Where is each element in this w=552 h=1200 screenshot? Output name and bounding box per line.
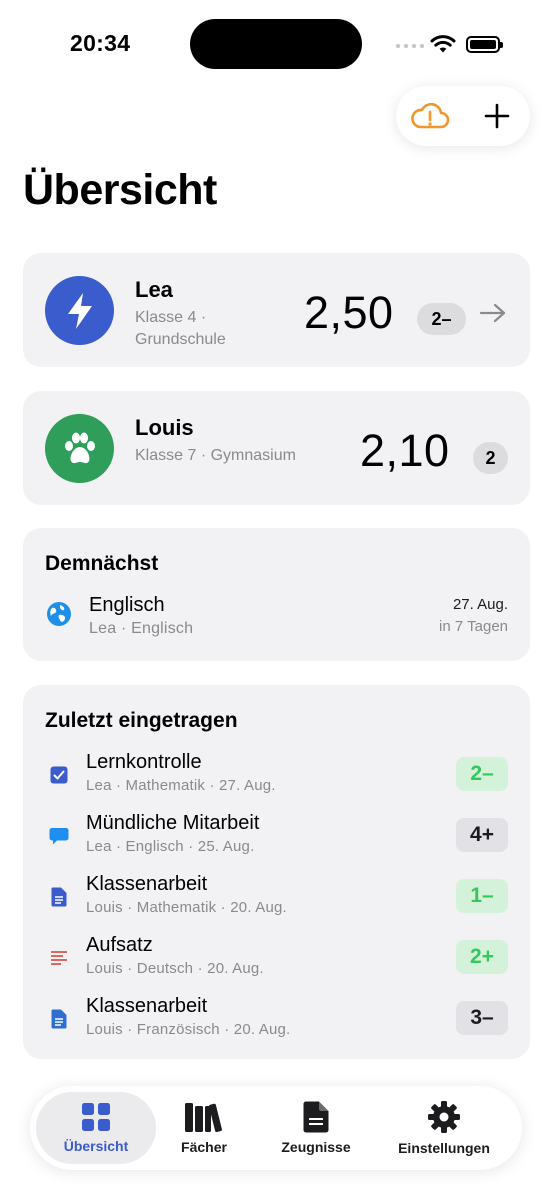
arrow-right-icon	[479, 303, 507, 328]
grade-badge: 4+	[456, 818, 508, 852]
checkbox-icon	[45, 761, 73, 789]
globe-icon	[45, 600, 73, 628]
status-time: 20:34	[70, 30, 131, 56]
sync-warning-button[interactable]	[408, 94, 452, 138]
avatar	[45, 414, 114, 483]
grade-average: 2,50	[304, 287, 394, 338]
item-title: Lernkontrolle	[86, 751, 202, 773]
child-meta: Klasse 4 · Grundschule	[135, 309, 226, 348]
item-subtitle: Lea · Mathematik · 27. Aug.	[86, 777, 276, 794]
recent-card: Zuletzt eingetragen Lernkontrolle Lea · …	[23, 685, 530, 1059]
status-bar: 20:34	[0, 0, 552, 90]
add-button[interactable]	[475, 94, 519, 138]
child-card-lea[interactable]: Lea Klasse 4 · Grundschule 2,50 2–	[23, 253, 530, 367]
section-title: Demnächst	[45, 552, 159, 575]
grade-badge: 2+	[456, 940, 508, 974]
item-title: Mündliche Mitarbeit	[86, 812, 260, 834]
bolt-icon	[67, 292, 92, 329]
child-meta: Klasse 7 · Gymnasium	[135, 447, 296, 464]
section-title: Zuletzt eingetragen	[45, 709, 238, 732]
recent-item[interactable]: Klassenarbeit Louis · Französisch · 20. …	[23, 991, 530, 1051]
child-name: Lea	[135, 277, 173, 302]
page-title: Übersicht	[23, 166, 217, 214]
gear-icon	[428, 1101, 460, 1133]
grade-badge: 2–	[417, 303, 466, 335]
dynamic-island	[190, 19, 362, 69]
text-lines-icon	[45, 944, 73, 972]
tab-bar: Übersicht Fächer Zeugnisse Einstellungen	[30, 1086, 522, 1170]
item-subtitle: Louis · Deutsch · 20. Aug.	[86, 960, 264, 977]
wifi-icon	[430, 34, 456, 59]
report-icon	[303, 1101, 329, 1133]
paw-icon	[64, 432, 95, 463]
cloud-warning-icon	[410, 102, 449, 129]
item-title: Klassenarbeit	[86, 995, 208, 1017]
tab-label: Einstellungen	[398, 1140, 490, 1156]
grade-badge: 1–	[456, 879, 508, 913]
recent-item[interactable]: Lernkontrolle Lea · Mathematik · 27. Aug…	[23, 747, 530, 807]
document-icon	[45, 1005, 73, 1033]
cellular-signal-icon	[396, 44, 424, 48]
tab-einstellungen[interactable]: Einstellungen	[388, 1092, 500, 1164]
avatar	[45, 276, 114, 345]
recent-item[interactable]: Klassenarbeit Louis · Mathematik · 20. A…	[23, 869, 530, 929]
tab-faecher[interactable]: Fächer	[158, 1092, 250, 1164]
grid-icon	[82, 1103, 110, 1131]
item-title: Klassenarbeit	[86, 873, 208, 895]
grade-badge: 2–	[456, 757, 508, 791]
upcoming-subtitle: Lea · Englisch	[89, 620, 194, 637]
document-icon	[45, 883, 73, 911]
upcoming-item[interactable]: Englisch Lea · Englisch 27. Aug. in 7 Ta…	[23, 590, 530, 650]
tab-label: Übersicht	[63, 1138, 129, 1154]
item-subtitle: Lea · Englisch · 25. Aug.	[86, 838, 255, 855]
child-name: Louis	[135, 415, 194, 440]
tab-label: Zeugnisse	[281, 1139, 351, 1155]
upcoming-title: Englisch	[89, 594, 165, 616]
top-actions	[396, 86, 530, 146]
tab-label: Fächer	[181, 1139, 227, 1155]
recent-item[interactable]: Mündliche Mitarbeit Lea · Englisch · 25.…	[23, 808, 530, 868]
item-title: Aufsatz	[86, 934, 153, 956]
item-subtitle: Louis · Mathematik · 20. Aug.	[86, 899, 287, 916]
item-subtitle: Louis · Französisch · 20. Aug.	[86, 1021, 291, 1038]
books-icon	[185, 1103, 222, 1132]
upcoming-date: 27. Aug.	[452, 596, 508, 613]
tab-zeugnisse[interactable]: Zeugnisse	[266, 1092, 366, 1164]
recent-item[interactable]: Aufsatz Louis · Deutsch · 20. Aug. 2+	[23, 930, 530, 990]
tab-uebersicht[interactable]: Übersicht	[36, 1092, 156, 1164]
upcoming-relative: in 7 Tagen	[439, 618, 508, 635]
grade-badge: 3–	[456, 1001, 508, 1035]
plus-icon	[484, 103, 509, 129]
grade-badge: 2	[473, 442, 508, 474]
upcoming-card: Demnächst Englisch Lea · Englisch 27. Au…	[23, 528, 530, 661]
battery-icon	[466, 36, 503, 53]
child-card-louis[interactable]: Louis Klasse 7 · Gymnasium 2,10 2	[23, 391, 530, 505]
speech-bubble-icon	[45, 822, 73, 850]
grade-average: 2,10	[360, 425, 450, 476]
